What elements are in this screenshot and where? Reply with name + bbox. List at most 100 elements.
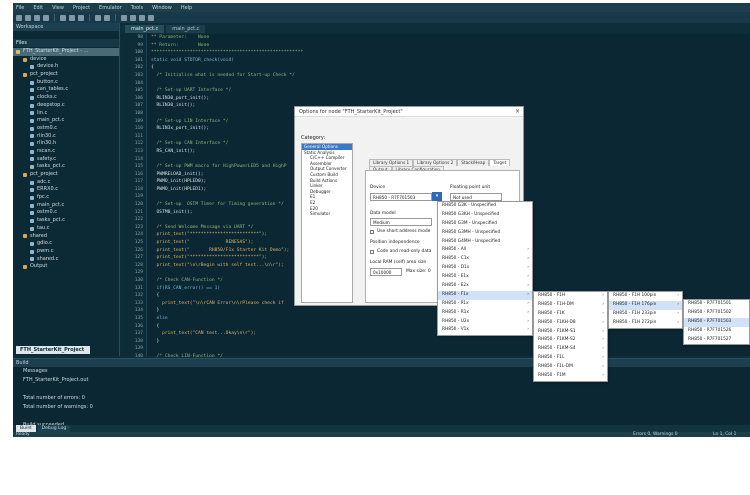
- menu-item[interactable]: RH850 - E1x: [438, 273, 532, 282]
- menu-item[interactable]: RH850 - F1H-DM: [534, 301, 607, 310]
- tree-item[interactable]: tasks_pct.c: [13, 217, 119, 225]
- menu-item[interactable]: RH850 - F1KM-S2: [534, 336, 607, 345]
- menu-item[interactable]: RH850 - F1H 100pin: [609, 292, 682, 301]
- tree-item[interactable]: pwm.c: [13, 248, 119, 256]
- menu-item[interactable]: RH850 - F1L-DM: [534, 363, 607, 372]
- menu-item[interactable]: RH850 - R7F701527: [684, 336, 749, 345]
- tree-item[interactable]: ERRX0.c: [13, 186, 119, 194]
- menu-item[interactable]: RH850 G3MH - Unspecified: [438, 229, 532, 238]
- category-item[interactable]: Simulator: [302, 211, 352, 217]
- tree-item[interactable]: main_pct.c: [13, 117, 119, 125]
- tree-item[interactable]: can_tables.c: [13, 86, 119, 94]
- menu-item[interactable]: RH850 - F1x: [438, 290, 532, 300]
- paste-icon[interactable]: [78, 14, 84, 21]
- menu-item[interactable]: RH850 - F1H 176pin: [609, 300, 682, 310]
- menu-item[interactable]: RH850 - F1H 272pin: [609, 319, 682, 328]
- tree-item[interactable]: adc.c: [13, 179, 119, 187]
- tree-item[interactable]: lin.c: [13, 110, 119, 118]
- code-line[interactable]: /* Set-up UART Interface */: [151, 87, 750, 95]
- local-ram-field[interactable]: 0x10000: [370, 268, 402, 276]
- menu-item[interactable]: RH850 - P1x: [438, 300, 532, 309]
- code-line[interactable]: [151, 80, 750, 88]
- menu-item[interactable]: RH850 - V1x: [438, 326, 532, 335]
- menu-tools[interactable]: Tools: [131, 5, 143, 11]
- menu-item[interactable]: RH850 - E2x: [438, 282, 532, 291]
- menu-item[interactable]: RH850 - F1K: [534, 310, 607, 319]
- undo-icon[interactable]: [95, 14, 101, 21]
- code-line[interactable]: RLIN30_port_init();: [151, 95, 750, 103]
- menu-item[interactable]: RH850 G3K - Unspecified: [438, 202, 532, 211]
- menu-item[interactable]: RH850 - C1x: [438, 255, 532, 264]
- menu-edit[interactable]: Edit: [33, 5, 43, 11]
- tree-item[interactable]: device: [13, 56, 119, 64]
- code-line[interactable]: /* Initialise what is needed for Start-u…: [151, 72, 750, 80]
- tree-item[interactable]: pct_project: [13, 171, 119, 179]
- device-select-button[interactable]: ▾: [432, 192, 442, 201]
- workspace-project-tab[interactable]: FTH_StarterKit_Project: [16, 346, 90, 354]
- menu-item[interactable]: RH850 - F1L: [534, 354, 607, 363]
- tree-item[interactable]: ostm0.c: [13, 125, 119, 133]
- tree-item[interactable]: clocks.c: [13, 94, 119, 102]
- menu-view[interactable]: View: [52, 5, 64, 11]
- device-field[interactable]: RH850 - R7F701503: [370, 193, 432, 201]
- menu-help[interactable]: Help: [181, 5, 192, 11]
- tab-stack-heap[interactable]: Stack/Heap: [457, 159, 490, 166]
- menu-window[interactable]: Window: [152, 5, 172, 11]
- save-all-icon[interactable]: [43, 14, 49, 21]
- category-list[interactable]: General Options Static Analysis C/C++ Comp…: [301, 143, 353, 303]
- menu-item[interactable]: RH850 - F1H: [534, 292, 607, 301]
- code-line[interactable]: ** Return: None: [151, 42, 750, 50]
- code-line[interactable]: ****************************************…: [151, 49, 750, 57]
- tree-item[interactable]: Output: [13, 263, 119, 271]
- menu-item[interactable]: RH850 - F1KM-S1: [534, 328, 607, 337]
- editor-tab[interactable]: main_pct.c: [125, 25, 165, 33]
- code-line[interactable]: [151, 345, 750, 353]
- menu-item[interactable]: RH850 G3KH - Unspecified: [438, 211, 532, 220]
- menu-item[interactable]: RH850 - F1M: [534, 372, 607, 381]
- find-icon[interactable]: [121, 14, 127, 21]
- tree-item[interactable]: gdio.c: [13, 240, 119, 248]
- copy-icon[interactable]: [69, 14, 75, 21]
- menu-item[interactable]: RH850 - D1x: [438, 264, 532, 273]
- tree-item[interactable]: fpc.c: [13, 194, 119, 202]
- save-icon[interactable]: [34, 14, 40, 21]
- tab-target[interactable]: Target: [489, 159, 511, 166]
- menu-item[interactable]: RH850 - F1KM-S4: [534, 345, 607, 354]
- tree-item[interactable]: safety.c: [13, 156, 119, 164]
- menu-item[interactable]: RH850 G4MH - Unspecified: [438, 238, 532, 247]
- tree-item[interactable]: main_pct.c: [13, 202, 119, 210]
- code-line[interactable]: }: [151, 338, 750, 346]
- tree-item[interactable]: ostm0.c: [13, 209, 119, 217]
- menu-item[interactable]: RH850 - All: [438, 246, 532, 255]
- tree-item[interactable]: button.c: [13, 79, 119, 87]
- make-icon[interactable]: [139, 14, 145, 21]
- menu-emulator[interactable]: Emulator: [99, 5, 122, 11]
- code-line[interactable]: {: [151, 64, 750, 72]
- fpu-select[interactable]: Not used: [450, 193, 502, 201]
- code-ro-checkbox[interactable]: [370, 250, 374, 254]
- new-file-icon[interactable]: [16, 14, 22, 21]
- debug-icon[interactable]: [148, 14, 154, 21]
- menu-file[interactable]: File: [16, 5, 24, 11]
- menu-item[interactable]: RH850 - U2x: [438, 318, 532, 327]
- tree-item[interactable]: rlin30.h: [13, 140, 119, 148]
- code-line[interactable]: static void STDTOR_check(void): [151, 57, 750, 65]
- menu-project[interactable]: Project: [73, 5, 90, 11]
- menu-item[interactable]: RH850 - F1KH-D8: [534, 319, 607, 328]
- menu-item[interactable]: RH850 - R1x: [438, 309, 532, 318]
- tree-item[interactable]: rlin30.c: [13, 133, 119, 141]
- short-address-checkbox[interactable]: [370, 230, 374, 234]
- tree-item[interactable]: FTH_StarterKit_Project - ...: [13, 48, 119, 56]
- tree-item[interactable]: device.h: [13, 63, 119, 71]
- tree-item[interactable]: tau.c: [13, 225, 119, 233]
- editor-tab[interactable]: main_pct.c: [166, 25, 206, 33]
- menu-item[interactable]: RH850 - R7F701502: [684, 309, 749, 318]
- cut-icon[interactable]: [60, 14, 66, 21]
- tree-item[interactable]: shared: [13, 233, 119, 241]
- menu-item[interactable]: RH850 - F1H 233pin: [609, 310, 682, 319]
- compile-icon[interactable]: [130, 14, 136, 21]
- tree-item[interactable]: tasks_pct.c: [13, 163, 119, 171]
- tree-item[interactable]: shared.c: [13, 256, 119, 264]
- data-model-select[interactable]: Medium: [370, 218, 432, 226]
- menu-item[interactable]: RH850 - R7F701526: [684, 327, 749, 336]
